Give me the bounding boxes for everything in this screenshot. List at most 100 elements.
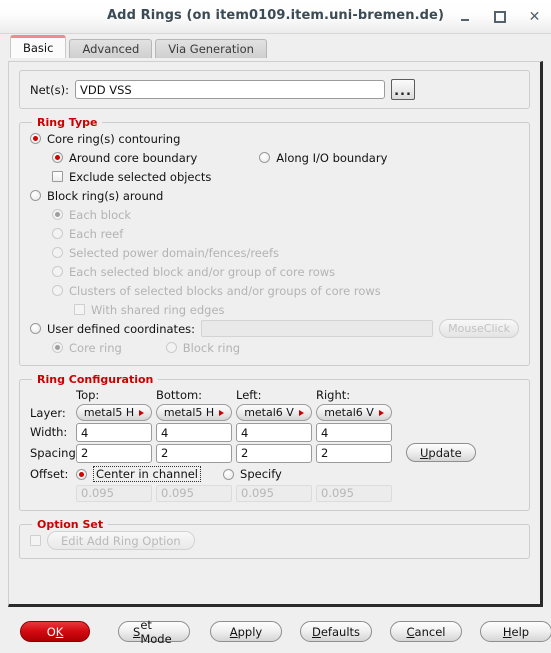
set-mode-button[interactable]: Set Mode (118, 618, 190, 646)
checkbox-exclude-selected-objects[interactable] (52, 171, 63, 182)
column-header-left: Left: (236, 388, 262, 402)
help-mnemonic: H (502, 624, 512, 639)
label-each-reef: Each reef (69, 226, 124, 241)
apply-mnemonic: A (229, 624, 238, 639)
apply-button[interactable]: Apply (210, 621, 282, 642)
update-button[interactable]: Update (406, 443, 476, 462)
mouse-click-button: MouseClick (439, 319, 519, 338)
minimize-icon[interactable] (458, 10, 471, 23)
layer-dropdown-right[interactable]: metal6 V (316, 404, 392, 421)
width-input-bottom[interactable] (156, 423, 232, 442)
option-with-shared-ring-edges: With shared ring edges (30, 300, 519, 319)
offset-values-row: 0.095 0.095 0.095 0.095 (30, 485, 519, 502)
row-ring-kind: Core ring Block ring (30, 338, 519, 357)
cancel-label: ancel (414, 624, 446, 639)
layer-dropdown-left-value: metal6 V (244, 406, 294, 419)
offset-input-left: 0.095 (236, 485, 312, 502)
label-selected-power-domain: Selected power domain/fences/reefs (69, 245, 279, 260)
chevron-right-icon (378, 409, 384, 416)
user-defined-coordinates-input (201, 320, 434, 337)
layer-dropdown-bottom-value: metal5 H (163, 406, 215, 419)
help-button[interactable]: Help (480, 621, 551, 642)
offset-input-bottom: 0.095 (156, 485, 232, 502)
chevron-right-icon (139, 409, 145, 416)
width-input-top[interactable] (76, 423, 152, 442)
tab-bar: Basic Advanced Via Generation (0, 34, 551, 58)
label-around-core-boundary: Around core boundary (69, 150, 198, 165)
option-selected-power-domain: Selected power domain/fences/reefs (30, 243, 519, 262)
radio-core-ring-contouring[interactable] (30, 133, 41, 144)
option-block-rings-around[interactable]: Block ring(s) around (30, 186, 519, 205)
add-rings-dialog: Add Rings (on item0109.item.uni-bremen.d… (0, 0, 551, 653)
nets-group: Net(s): ... (19, 70, 530, 109)
offset-input-right: 0.095 (316, 485, 392, 502)
ok-mnemonic: K (55, 624, 64, 639)
nets-row: Net(s): ... (30, 79, 519, 100)
spacing-input-top[interactable] (76, 443, 152, 463)
tab-via-generation[interactable]: Via Generation (155, 39, 267, 58)
basic-tab-panel: Net(s): ... Ring Type Core ring(s) conto… (8, 61, 543, 607)
option-exclude-selected-objects[interactable]: Exclude selected objects (30, 167, 519, 186)
maximize-icon[interactable] (493, 10, 506, 23)
label-center-in-channel: Center in channel (93, 466, 202, 482)
set-mode-mnemonic: S (133, 624, 141, 639)
dialog-footer: OK Set Mode Apply Defaults Cancel Help (0, 610, 551, 653)
width-row: Width: (30, 423, 519, 442)
radio-block-rings-around[interactable] (30, 190, 41, 201)
ok-button[interactable]: OK (20, 621, 90, 642)
cancel-button[interactable]: Cancel (390, 621, 462, 642)
layer-dropdown-left[interactable]: metal6 V (236, 404, 312, 421)
close-icon[interactable]: ✕ (528, 10, 541, 24)
cancel-mnemonic: C (406, 624, 415, 639)
window-controls: ✕ (458, 0, 541, 33)
radio-center-in-channel[interactable] (76, 468, 87, 480)
spacing-row: Spacing: Update (30, 443, 519, 463)
offset-label: Offset: (30, 467, 69, 481)
row-boundary-options: Around core boundary Along I/O boundary (30, 148, 519, 167)
defaults-label: efaults (320, 624, 361, 639)
nets-browse-button[interactable]: ... (391, 79, 416, 100)
edit-add-ring-option-button: Edit Add Ring Option (47, 531, 195, 550)
update-button-mnemonic: U (420, 445, 429, 460)
checkbox-option-set (30, 535, 41, 546)
set-mode-label: et Mode (140, 617, 172, 646)
radio-along-io-boundary[interactable] (259, 152, 271, 163)
label-along-io-boundary: Along I/O boundary (276, 150, 388, 165)
option-core-ring-contouring[interactable]: Core ring(s) contouring (30, 129, 519, 148)
spacing-input-left[interactable] (236, 443, 312, 463)
row-user-defined-coordinates: User defined coordinates: MouseClick (30, 319, 519, 338)
column-header-right: Right: (316, 388, 351, 402)
radio-specify[interactable] (223, 468, 235, 480)
option-each-reef: Each reef (30, 224, 519, 243)
layer-dropdown-top[interactable]: metal5 H (76, 404, 152, 421)
radio-each-selected-block (52, 266, 63, 277)
width-input-left[interactable] (236, 423, 312, 442)
column-header-bottom: Bottom: (156, 388, 203, 402)
option-clusters-of-selected: Clusters of selected blocks and/or group… (30, 281, 519, 300)
label-each-block: Each block (69, 207, 132, 222)
tab-advanced[interactable]: Advanced (69, 39, 153, 58)
nets-input[interactable] (75, 80, 386, 99)
ring-type-legend: Ring Type (37, 116, 98, 129)
layer-dropdown-top-value: metal5 H (83, 406, 135, 419)
checkbox-with-shared-ring-edges (74, 304, 85, 315)
ok-pre: O (46, 624, 56, 639)
radio-block-ring (165, 342, 177, 353)
label-each-selected-block: Each selected block and/or group of core… (69, 264, 336, 279)
width-input-right[interactable] (316, 423, 392, 442)
spacing-input-bottom[interactable] (156, 443, 232, 463)
chevron-right-icon (298, 409, 304, 416)
label-core-ring: Core ring (69, 340, 122, 355)
layer-dropdown-bottom[interactable]: metal5 H (156, 404, 232, 421)
option-each-selected-block: Each selected block and/or group of core… (30, 262, 519, 281)
column-header-top: Top: (76, 388, 100, 402)
help-label: elp (511, 624, 530, 639)
radio-user-defined-coordinates[interactable] (30, 323, 41, 334)
radio-around-core-boundary[interactable] (52, 152, 63, 163)
label-specify: Specify (240, 467, 282, 481)
defaults-button[interactable]: Defaults (300, 621, 372, 642)
spacing-input-right[interactable] (316, 443, 392, 463)
spacing-label: Spacing: (30, 445, 80, 460)
tab-basic[interactable]: Basic (10, 35, 67, 58)
label-with-shared-ring-edges: With shared ring edges (91, 302, 225, 317)
